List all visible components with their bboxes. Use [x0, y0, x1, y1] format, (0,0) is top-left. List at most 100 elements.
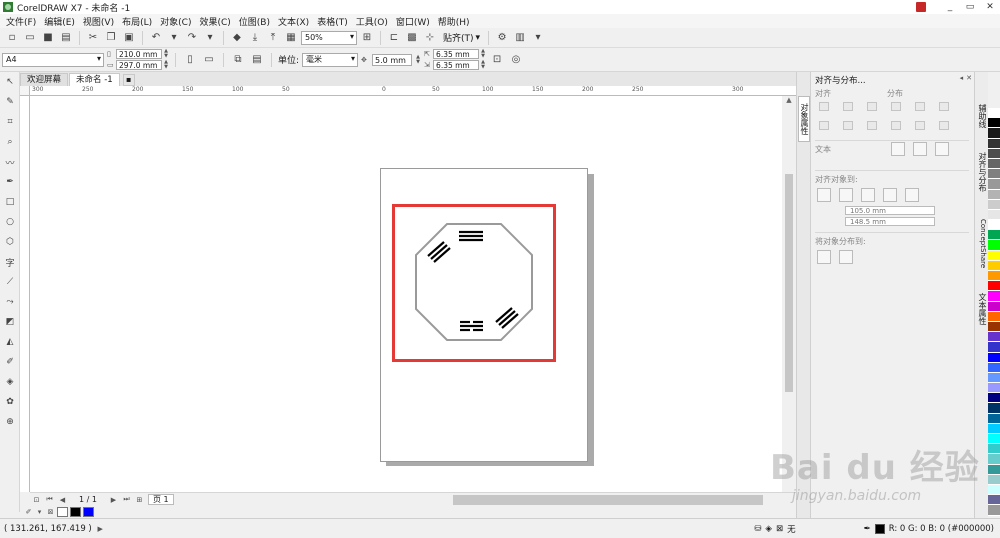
palette-swatch[interactable]: [988, 271, 1000, 282]
search-content-icon[interactable]: ◆: [229, 30, 245, 46]
full-screen-icon[interactable]: ⊞: [359, 30, 375, 46]
show-grid-icon[interactable]: ▩: [404, 30, 420, 46]
height-spinner[interactable]: ▲ ▼: [163, 60, 169, 70]
page-height-field[interactable]: 297.0 mm: [116, 60, 162, 70]
align-to-page-center-icon[interactable]: [861, 188, 875, 202]
tab-object-properties[interactable]: 对象属性: [798, 96, 810, 142]
palette-swatch[interactable]: [988, 260, 1000, 271]
undo-icon[interactable]: ↶: [148, 30, 164, 46]
palette-swatch[interactable]: [988, 189, 1000, 200]
palette-swatch[interactable]: [988, 179, 1000, 190]
fill-bucket-icon[interactable]: ◈: [765, 524, 772, 534]
tab-guidelines[interactable]: 辅助线: [976, 98, 988, 134]
menu-bitmap[interactable]: 位图(B): [235, 15, 274, 28]
ellipse-tool-icon[interactable]: ○: [2, 214, 18, 230]
redo-dropdown-icon[interactable]: ▾: [202, 30, 218, 46]
distribute-to-page-icon[interactable]: [839, 250, 853, 264]
align-to-active-object-icon[interactable]: [817, 188, 831, 202]
menu-effects[interactable]: 效果(C): [195, 15, 234, 28]
next-page-icon[interactable]: ▶: [109, 496, 118, 504]
bagua-octagon-drawing[interactable]: [414, 222, 534, 342]
distribute-bottom-icon[interactable]: [939, 121, 949, 130]
pick-tool-icon[interactable]: ↖: [2, 74, 18, 90]
palette-swatch[interactable]: [988, 372, 1000, 384]
palette-swatch[interactable]: [988, 362, 1000, 373]
align-x-field[interactable]: 105.0 mm: [845, 206, 935, 215]
zoom-tool-icon[interactable]: ⌕: [2, 134, 18, 150]
menu-help[interactable]: 帮助(H): [434, 15, 474, 28]
palette-swatch[interactable]: [988, 291, 1000, 302]
vertical-scrollbar[interactable]: ▲: [782, 96, 796, 492]
new-document-icon[interactable]: ▫: [4, 30, 20, 46]
palette-swatch[interactable]: [988, 444, 1000, 455]
dup-y-spinner[interactable]: ▲ ▼: [480, 60, 486, 70]
paste-icon[interactable]: ▣: [121, 30, 137, 46]
color-profile-icon[interactable]: ⛁: [754, 524, 761, 534]
text-first-line-icon[interactable]: [891, 142, 905, 156]
palette-swatch[interactable]: [988, 199, 1000, 210]
eyedropper-icon[interactable]: ✐: [24, 508, 33, 516]
import-icon[interactable]: ⤓: [247, 30, 263, 46]
smart-fill-icon[interactable]: ✿: [2, 394, 18, 410]
first-page-icon[interactable]: ⏮: [45, 495, 54, 504]
maximize-button[interactable]: ▭: [960, 2, 980, 12]
quick-customize-tool-icon[interactable]: ⊕: [2, 414, 18, 430]
tab-welcome-screen[interactable]: 欢迎屏幕: [20, 73, 69, 86]
publish-pdf-icon[interactable]: ▦: [283, 30, 299, 46]
add-page-icon[interactable]: ⊞: [135, 496, 144, 504]
user-account-icon[interactable]: [916, 2, 926, 12]
palette-swatch[interactable]: [988, 321, 1000, 333]
page-options-icon[interactable]: ⊡: [32, 496, 41, 504]
artistic-media-tool-icon[interactable]: ✒: [2, 174, 18, 190]
menu-window[interactable]: 窗口(W): [392, 15, 434, 28]
new-tab-icon[interactable]: ▪: [122, 74, 135, 86]
palette-swatch[interactable]: [988, 250, 1000, 261]
connector-tool-icon[interactable]: ⤳: [2, 294, 18, 310]
launcher-dropdown-icon[interactable]: ▾: [530, 30, 546, 46]
interactive-fill-icon[interactable]: ◈: [2, 374, 18, 390]
crop-tool-icon[interactable]: ⌗: [2, 114, 18, 130]
align-left-icon[interactable]: [819, 102, 829, 111]
cut-icon[interactable]: ✂: [85, 30, 101, 46]
print-icon[interactable]: ▤: [58, 30, 74, 46]
nudge-distance-field[interactable]: 5.0 mm: [372, 53, 413, 66]
align-center-v-icon[interactable]: [843, 121, 853, 130]
previous-page-icon[interactable]: ◀: [58, 496, 67, 504]
menu-object[interactable]: 对象(C): [156, 15, 195, 28]
palette-swatch[interactable]: [988, 311, 1000, 322]
page-width-field[interactable]: 210.0 mm: [116, 49, 162, 59]
align-bottom-icon[interactable]: [867, 121, 877, 130]
align-to-grid-icon[interactable]: [883, 188, 897, 202]
menu-edit[interactable]: 编辑(E): [40, 15, 79, 28]
doc-color-swatch[interactable]: [83, 507, 94, 517]
unit-select[interactable]: 毫米: [302, 52, 359, 67]
palette-swatch[interactable]: [988, 383, 1000, 394]
tab-untitled-1[interactable]: 未命名 -1: [69, 73, 120, 86]
horizontal-ruler[interactable]: 300 250 200 150 100 50 0 50 100 150 200 …: [30, 86, 796, 96]
distribute-top-icon[interactable]: [891, 121, 901, 130]
no-color-icon[interactable]: ⊠: [46, 508, 55, 516]
menu-file[interactable]: 文件(F): [2, 15, 40, 28]
copy-icon[interactable]: ❐: [103, 30, 119, 46]
ruler-origin[interactable]: [20, 86, 30, 96]
page-tab-1[interactable]: 页 1: [147, 494, 174, 505]
menu-layout[interactable]: 布局(L): [118, 15, 156, 28]
palette-swatch[interactable]: [988, 393, 1000, 404]
align-to-page-edge-icon[interactable]: [839, 188, 853, 202]
distribute-to-selection-icon[interactable]: [817, 250, 831, 264]
align-to-point-icon[interactable]: [905, 188, 919, 202]
page-options-icon[interactable]: ⊡: [489, 52, 505, 68]
pen-icon[interactable]: ✒: [864, 524, 871, 534]
shape-tool-icon[interactable]: ✎: [2, 94, 18, 110]
panel-close-icon[interactable]: ✕: [966, 74, 972, 82]
outline-color-swatch[interactable]: [874, 524, 885, 534]
palette-swatch[interactable]: [988, 108, 1000, 119]
zoom-level-select[interactable]: 50%: [301, 30, 357, 45]
palette-swatch[interactable]: [988, 138, 1000, 149]
text-last-line-icon[interactable]: [913, 142, 927, 156]
doc-color-swatch[interactable]: [57, 507, 68, 517]
menu-tools[interactable]: 工具(O): [352, 15, 392, 28]
distribute-center-v-icon[interactable]: [915, 121, 925, 130]
application-launcher-icon[interactable]: ▥: [512, 30, 528, 46]
palette-swatch[interactable]: [988, 352, 1000, 363]
